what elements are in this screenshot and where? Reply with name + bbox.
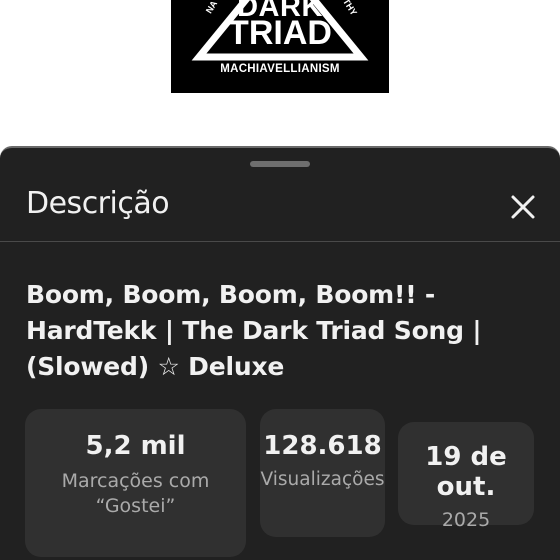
sheet-title: Descrição xyxy=(26,186,170,221)
drag-handle[interactable] xyxy=(250,161,310,167)
close-button[interactable] xyxy=(506,190,540,224)
views-card: 128.618 Visualizações xyxy=(260,409,385,537)
views-label: Visualizações xyxy=(260,469,385,490)
header-divider xyxy=(0,241,560,242)
dark-triad-logo: NA THY DARK TRIAD MACHIAVELLIANISM xyxy=(171,0,389,93)
likes-label-line1: Marcações com xyxy=(61,470,210,492)
likes-label-line2: “Gostei” xyxy=(95,495,176,517)
likes-card: 5,2 mil Marcações com “Gostei” xyxy=(25,409,246,557)
video-thumbnail-area: NA THY DARK TRIAD MACHIAVELLIANISM xyxy=(0,0,560,148)
logo-word-machiavellianism: MACHIAVELLIANISM xyxy=(220,63,340,75)
views-count: 128.618 xyxy=(263,431,382,461)
publish-year: 2025 xyxy=(441,509,491,531)
close-icon xyxy=(511,195,535,219)
video-title: Boom, Boom, Boom, Boom!! - HardTekk | Th… xyxy=(26,280,482,381)
logo-word-triad: TRIAD xyxy=(228,14,332,52)
likes-count: 5,2 mil xyxy=(85,431,186,461)
publish-date: 19 de out. xyxy=(425,442,507,502)
date-card: 19 de out. 2025 xyxy=(398,422,534,531)
